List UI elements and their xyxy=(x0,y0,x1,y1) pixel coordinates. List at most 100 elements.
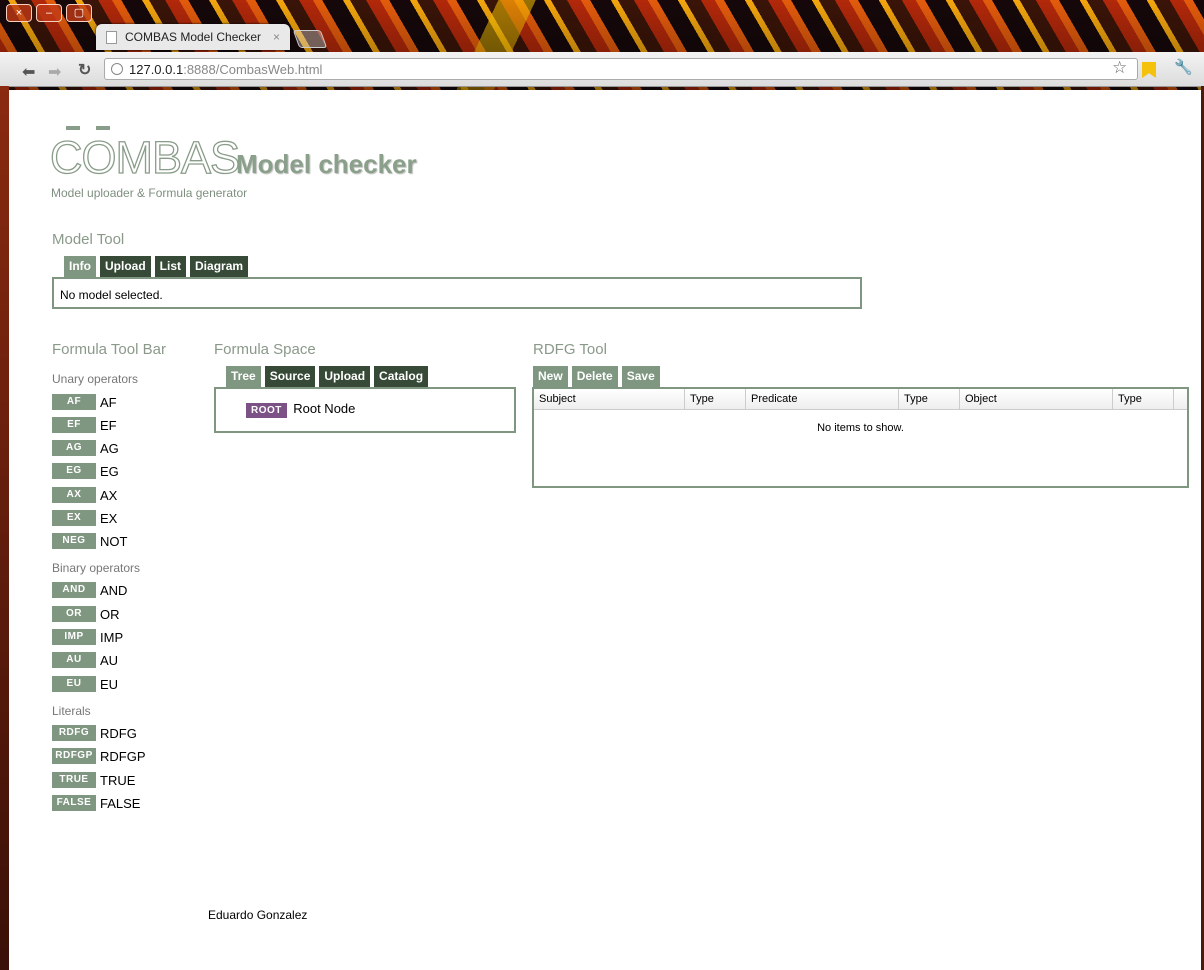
wrench-icon[interactable]: 🔧 xyxy=(1174,58,1193,76)
operator-badge: EF xyxy=(52,417,96,433)
root-node-badge[interactable]: ROOT xyxy=(246,403,287,418)
operator-label: FALSE xyxy=(100,795,141,811)
tab-close-icon[interactable]: × xyxy=(273,30,280,44)
tab-catalog[interactable]: Catalog xyxy=(374,366,429,387)
operator-eg[interactable]: EG EG xyxy=(52,463,119,479)
operator-or[interactable]: OR OR xyxy=(52,606,120,622)
url-host: 127.0.0.1 xyxy=(129,62,184,77)
operator-badge: AND xyxy=(52,582,96,598)
operator-ef[interactable]: EF EF xyxy=(52,417,117,433)
column-predicate-type[interactable]: Type xyxy=(898,389,960,410)
forward-icon[interactable]: ➡ xyxy=(48,62,61,82)
formula-toolbar-heading: Formula Tool Bar xyxy=(52,341,166,358)
operator-label: AX xyxy=(100,487,118,503)
operator-and[interactable]: AND AND xyxy=(52,582,127,598)
operator-ax[interactable]: AX AX xyxy=(52,487,117,503)
operator-badge: OR xyxy=(52,606,96,622)
column-spacer xyxy=(1173,389,1187,410)
bookmark-star-icon[interactable]: ☆ xyxy=(1112,58,1127,78)
operator-label: AND xyxy=(100,582,128,598)
rdfg-grid-panel: Subject Type Predicate Type Object Type … xyxy=(532,387,1189,488)
operator-label: EX xyxy=(100,510,118,526)
tab-upload[interactable]: Upload xyxy=(100,256,151,277)
rdfg-save-button[interactable]: Save xyxy=(621,366,660,387)
page-icon xyxy=(106,30,117,44)
operator-label: OR xyxy=(100,606,120,622)
window-close-button[interactable]: × xyxy=(6,4,32,22)
operator-badge: AU xyxy=(52,652,96,668)
operator-label: EU xyxy=(100,676,119,692)
column-object-type[interactable]: Type xyxy=(1112,389,1174,410)
address-bar[interactable]: 127.0.0.1:8888/CombasWeb.html xyxy=(104,58,1138,80)
operator-label: AF xyxy=(100,394,117,410)
root-node-label[interactable]: Root Node xyxy=(293,401,355,416)
column-subject[interactable]: Subject xyxy=(534,389,685,410)
tab-info[interactable]: Info xyxy=(64,256,96,277)
rdfg-new-button[interactable]: New xyxy=(533,366,568,387)
operator-eu[interactable]: EU EU xyxy=(52,676,118,692)
operator-label: AG xyxy=(100,440,119,456)
footer-author: Eduardo Gonzalez xyxy=(208,908,308,922)
operator-label: NOT xyxy=(100,533,128,549)
formula-space-tabs: Tree Source Upload Catalog xyxy=(226,366,429,387)
tab-diagram[interactable]: Diagram xyxy=(190,256,249,277)
literal-false[interactable]: FALSE FALSE xyxy=(52,795,140,811)
column-subject-type[interactable]: Type xyxy=(684,389,746,410)
operator-ex[interactable]: EX EX xyxy=(52,510,117,526)
model-tool-heading: Model Tool xyxy=(52,231,125,248)
column-object[interactable]: Object xyxy=(959,389,1113,410)
combas-logo: COMBAS xyxy=(49,131,240,183)
operator-badge: EU xyxy=(52,676,96,692)
formula-space-heading: Formula Space xyxy=(214,341,316,358)
literal-true[interactable]: TRUE TRUE xyxy=(52,772,135,788)
formula-tree-panel: ROOT Root Node xyxy=(214,387,516,433)
unary-operators-label: Unary operators xyxy=(52,372,139,386)
empty-grid-message: No items to show. xyxy=(817,422,904,434)
model-status-text: No model selected. xyxy=(60,288,163,302)
column-predicate[interactable]: Predicate xyxy=(745,389,899,410)
operator-imp[interactable]: IMP IMP xyxy=(52,629,123,645)
tab-formula-upload[interactable]: Upload xyxy=(319,366,371,387)
operator-badge: RDFGP xyxy=(52,748,96,764)
rdfg-table: Subject Type Predicate Type Object Type xyxy=(534,389,1187,410)
back-icon[interactable]: ⬅ xyxy=(22,62,35,82)
operator-badge: IMP xyxy=(52,629,96,645)
reload-icon[interactable]: ↻ xyxy=(78,60,91,80)
operator-neg[interactable]: NEG NOT xyxy=(52,533,127,549)
operator-label: RDFGP xyxy=(100,748,146,764)
tab-list[interactable]: List xyxy=(154,256,187,277)
rdfg-tool-heading: RDFG Tool xyxy=(533,341,607,358)
literal-rdfgp[interactable]: RDFGP RDFGP xyxy=(52,748,146,764)
operator-label: EG xyxy=(100,463,119,479)
operator-badge: EG xyxy=(52,463,96,479)
literals-label: Literals xyxy=(52,704,91,718)
page-title: Model checker xyxy=(236,149,417,179)
browser-tab[interactable]: COMBAS Model Checker × xyxy=(96,24,290,50)
globe-icon xyxy=(111,63,123,75)
model-tool-tabs: Info Upload List Diagram xyxy=(64,256,249,277)
url-path: :8888/CombasWeb.html xyxy=(183,62,323,77)
literal-rdfg[interactable]: RDFG RDFG xyxy=(52,725,137,741)
binary-operators-label: Binary operators xyxy=(52,561,141,575)
window-minimize-button[interactable]: – xyxy=(36,4,62,22)
operator-badge: RDFG xyxy=(52,725,96,741)
operator-badge: AX xyxy=(52,487,96,503)
operator-label: IMP xyxy=(100,629,124,645)
operator-badge: EX xyxy=(52,510,96,526)
operator-ag[interactable]: AG AG xyxy=(52,440,119,456)
window-controls: × – ▢ xyxy=(6,4,92,22)
rdfg-delete-button[interactable]: Delete xyxy=(571,366,618,387)
rdfg-tool-buttons: New Delete Save xyxy=(533,366,660,387)
operator-label: EF xyxy=(100,417,117,433)
tab-tree[interactable]: Tree xyxy=(226,366,261,387)
operator-au[interactable]: AU AU xyxy=(52,652,118,668)
page-subtitle: Model uploader & Formula generator xyxy=(51,186,248,200)
browser-tab-title: COMBAS Model Checker xyxy=(125,30,262,44)
tab-source[interactable]: Source xyxy=(264,366,316,387)
operator-badge: FALSE xyxy=(52,795,96,811)
operator-af[interactable]: AF AF xyxy=(52,394,117,410)
window-frame-left xyxy=(0,86,9,970)
operator-badge: NEG xyxy=(52,533,96,549)
model-info-panel: No model selected. xyxy=(52,277,862,309)
window-maximize-button[interactable]: ▢ xyxy=(66,4,92,22)
